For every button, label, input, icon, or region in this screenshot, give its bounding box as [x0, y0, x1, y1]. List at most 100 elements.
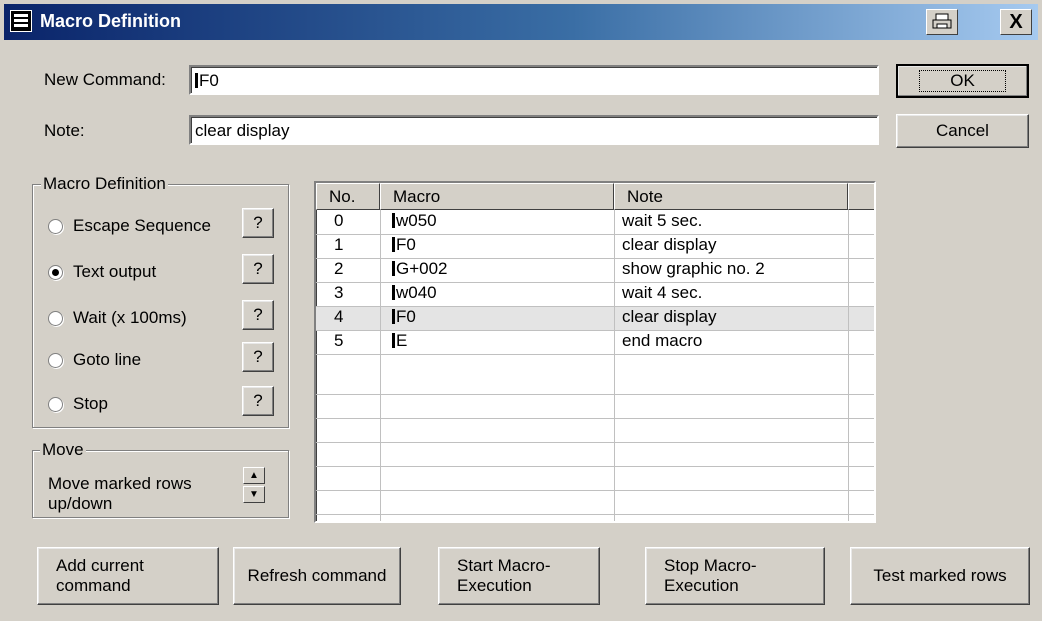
close-icon: X: [1009, 10, 1023, 33]
radio-icon: [48, 310, 63, 326]
grid-line: [848, 210, 849, 521]
arrow-down-icon: ▼: [249, 489, 259, 500]
cell-note: end macro: [622, 331, 703, 350]
macro-definition-window: Macro Definition X New Command: F0 Note:…: [0, 0, 1042, 621]
refresh-command-label: Refresh command: [247, 566, 387, 585]
grid-line: [316, 306, 874, 307]
move-up-button[interactable]: ▲: [243, 467, 265, 484]
table-row[interactable]: 3 w040 wait 4 sec.: [316, 283, 874, 307]
help-escape-sequence-button[interactable]: ?: [242, 208, 274, 238]
ok-button[interactable]: OK: [896, 64, 1029, 98]
radio-label: Escape Sequence: [73, 216, 211, 235]
close-button[interactable]: X: [1000, 9, 1032, 35]
table-row-selected[interactable]: 4 F0 clear display: [316, 307, 874, 331]
cell-no: 1: [334, 235, 344, 254]
radio-icon: [48, 396, 63, 412]
cell-macro: G+002: [388, 259, 448, 283]
ok-label: OK: [919, 70, 1006, 92]
radio-stop[interactable]: Stop: [48, 394, 108, 414]
start-macro-execution-button[interactable]: Start Macro-Execution: [438, 547, 600, 605]
printer-icon: [932, 13, 952, 29]
radio-escape-sequence[interactable]: Escape Sequence: [48, 216, 211, 236]
table-row[interactable]: 2 G+002 show graphic no. 2: [316, 259, 874, 283]
radio-text-output[interactable]: Text output: [48, 262, 156, 282]
radio-wait[interactable]: Wait (x 100ms): [48, 308, 187, 328]
help-label: ?: [253, 305, 263, 324]
macro-definition-group-label: Macro Definition: [41, 174, 168, 194]
grid-line: [380, 210, 381, 521]
radio-goto-line[interactable]: Goto line: [48, 350, 141, 370]
table-row[interactable]: 5 E end macro: [316, 331, 874, 355]
grid-line: [316, 394, 874, 395]
help-text-output-button[interactable]: ?: [242, 254, 274, 284]
table-header: No. Macro Note: [316, 183, 874, 210]
cancel-button[interactable]: Cancel: [896, 114, 1029, 148]
help-wait-button[interactable]: ?: [242, 300, 274, 330]
radio-checked-icon: [48, 264, 63, 280]
note-input[interactable]: clear display: [189, 115, 879, 145]
test-marked-rows-label: Test marked rows: [873, 566, 1007, 585]
help-goto-line-button[interactable]: ?: [242, 342, 274, 372]
grid-line: [316, 466, 874, 467]
stop-macro-execution-button[interactable]: Stop Macro-Execution: [645, 547, 825, 605]
cell-macro: w050: [388, 211, 437, 235]
radio-label: Stop: [73, 394, 108, 413]
help-label: ?: [253, 347, 263, 366]
grid-line: [316, 330, 874, 331]
window-title: Macro Definition: [40, 11, 182, 31]
cell-no: 0: [334, 211, 344, 230]
column-header-no[interactable]: No.: [316, 183, 380, 210]
grid-line: [316, 354, 874, 355]
radio-icon: [48, 218, 63, 234]
move-group-label: Move: [40, 440, 86, 460]
note-label: Note:: [44, 121, 85, 140]
start-macro-execution-label: Start Macro-Execution: [457, 556, 551, 595]
control-char-mark: [195, 73, 198, 88]
cell-macro: E: [388, 331, 407, 355]
add-current-command-label: Add current command: [56, 556, 144, 595]
cell-macro: F0: [388, 307, 416, 331]
move-down-button[interactable]: ▼: [243, 486, 265, 503]
help-label: ?: [253, 213, 263, 232]
grid-line: [316, 418, 874, 419]
move-rows-text: Move marked rows up/down: [48, 474, 192, 513]
grid-line: [614, 210, 615, 521]
print-button[interactable]: [926, 9, 958, 35]
table-row[interactable]: 1 F0 clear display: [316, 235, 874, 259]
table-row[interactable]: 0 w050 wait 5 sec.: [316, 211, 874, 235]
new-command-input[interactable]: F0: [189, 65, 879, 95]
cell-no: 4: [334, 307, 344, 326]
column-header-blank[interactable]: [848, 183, 874, 210]
grid-line: [316, 442, 874, 443]
grid-line: [316, 490, 874, 491]
cell-no: 5: [334, 331, 344, 350]
radio-label: Wait (x 100ms): [73, 308, 187, 327]
grid-line: [316, 258, 874, 259]
system-menu-icon[interactable]: [10, 10, 32, 32]
new-command-value: F0: [199, 71, 219, 90]
grid-line: [316, 514, 874, 515]
grid-line: [316, 282, 874, 283]
cell-no: 3: [334, 283, 344, 302]
cell-macro: w040: [388, 283, 437, 307]
title-bar[interactable]: Macro Definition X: [4, 4, 1038, 40]
help-label: ?: [253, 391, 263, 410]
cell-no: 2: [334, 259, 344, 278]
refresh-command-button[interactable]: Refresh command: [233, 547, 401, 605]
note-value: clear display: [195, 121, 290, 140]
cell-note: clear display: [622, 235, 717, 254]
help-label: ?: [253, 259, 263, 278]
radio-label: Goto line: [73, 350, 142, 369]
add-current-command-button[interactable]: Add current command: [37, 547, 219, 605]
help-stop-button[interactable]: ?: [242, 386, 274, 416]
test-marked-rows-button[interactable]: Test marked rows: [850, 547, 1030, 605]
macro-table[interactable]: No. Macro Note 0 w050 wait 5 sec. 1 F0 c…: [314, 181, 876, 523]
column-header-note[interactable]: Note: [614, 183, 848, 210]
cancel-label: Cancel: [936, 121, 989, 140]
grid-line: [316, 234, 874, 235]
radio-icon: [48, 352, 63, 368]
column-header-macro[interactable]: Macro: [380, 183, 614, 210]
cell-note: wait 5 sec.: [622, 211, 703, 230]
arrow-up-icon: ▲: [249, 470, 259, 481]
new-command-label: New Command:: [44, 70, 166, 89]
